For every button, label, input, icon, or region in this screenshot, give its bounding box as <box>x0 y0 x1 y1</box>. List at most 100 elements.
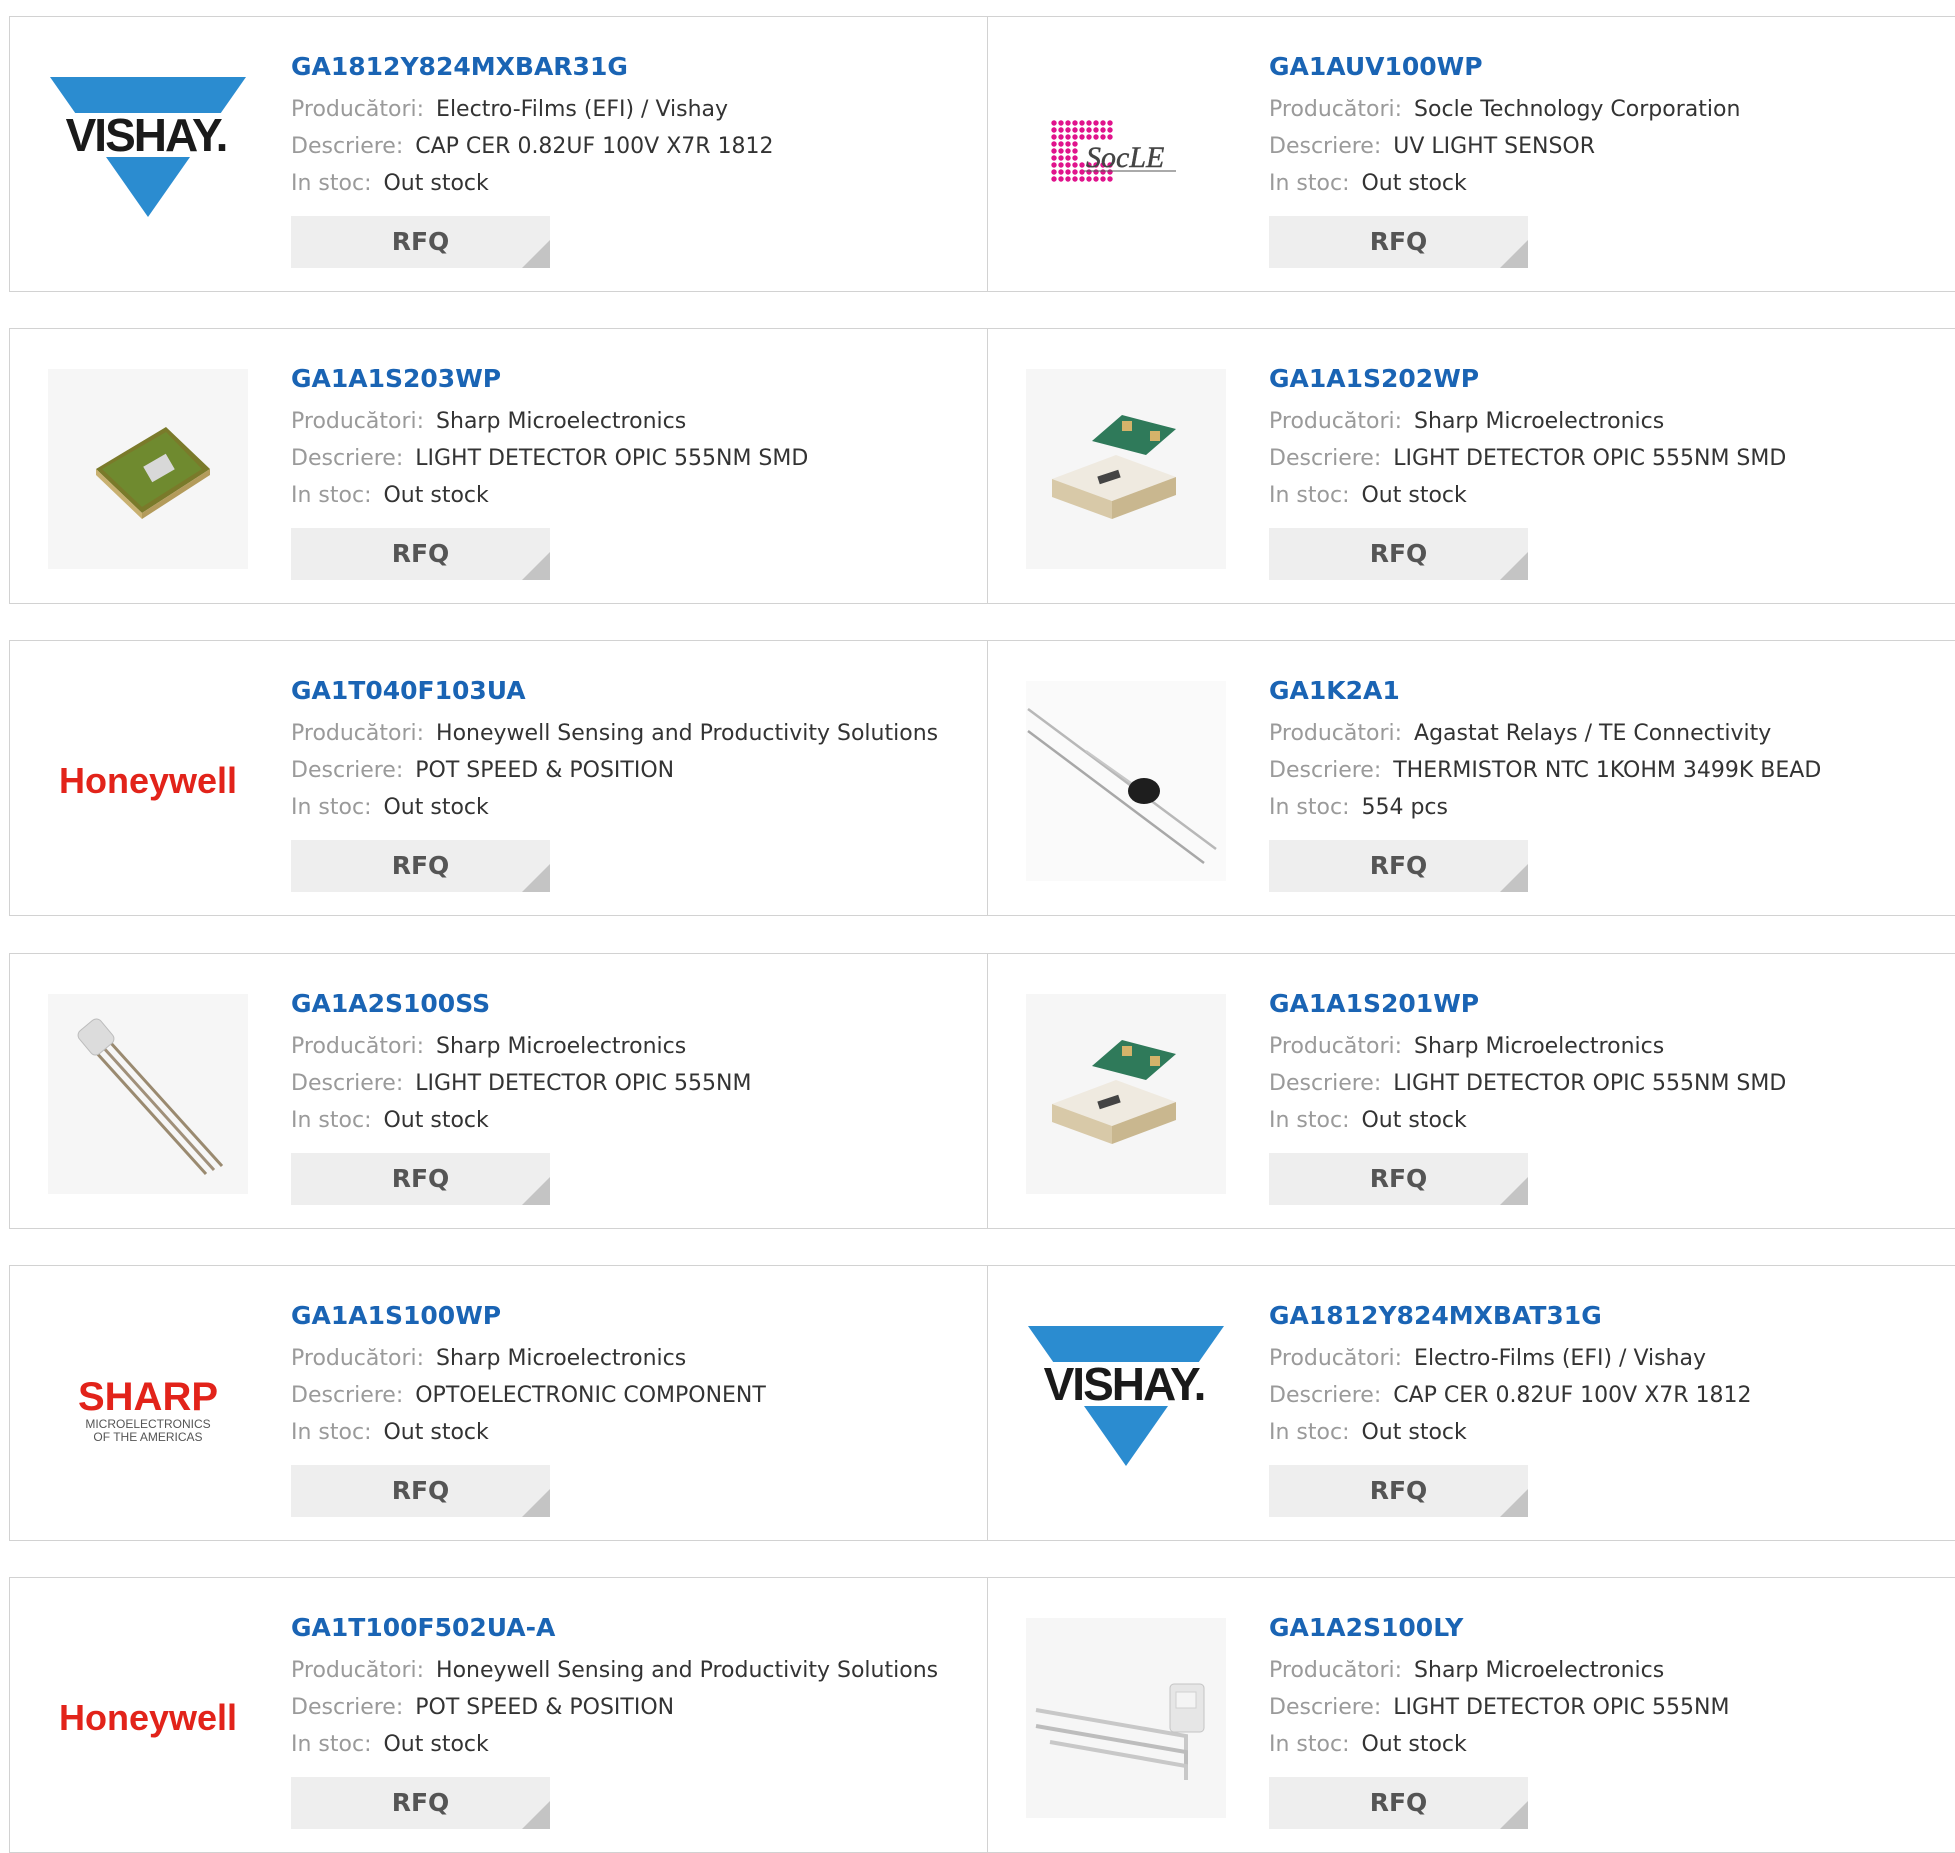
rfq-button[interactable]: RFQ <box>1269 216 1528 268</box>
manufacturer-value: Agastat Relays / TE Connectivity <box>1414 721 1772 746</box>
product-info: GA1T040F103UA Producători: Honeywell Sens… <box>291 673 938 892</box>
product-card-right: GA1A1S202WP Producători: Sharp Microelect… <box>988 329 1955 603</box>
part-number-link[interactable]: GA1A2S100SS <box>291 986 751 1022</box>
part-number-link[interactable]: GA1T100F502UA-A <box>291 1610 938 1646</box>
product-card-left: GA1A1S203WP Producători: Sharp Microelect… <box>10 329 988 603</box>
stock-line: In stoc: Out stock <box>1269 1414 1752 1451</box>
part-number-link[interactable]: GA1A2S100LY <box>1269 1610 1729 1646</box>
product-info: GA1A1S100WP Producători: Sharp Microelect… <box>291 1298 766 1517</box>
smd-sensor-pair-photo-image[interactable] <box>1026 994 1226 1194</box>
description-line: Descriere: CAP CER 0.82UF 100V X7R 1812 <box>291 128 774 165</box>
manufacturer-value: Electro-Films (EFI) / Vishay <box>436 97 729 122</box>
description-value: LIGHT DETECTOR OPIC 555NM SMD <box>1393 1071 1787 1096</box>
rfq-button[interactable]: RFQ <box>1269 1153 1528 1205</box>
product-card-left: VISHAY. GA1812Y824MXBAR31G Producători: E… <box>10 17 988 291</box>
rfq-button[interactable]: RFQ <box>1269 1777 1528 1829</box>
description-line: Descriere: LIGHT DETECTOR OPIC 555NM SMD <box>1269 440 1786 477</box>
stock-line: In stoc: Out stock <box>291 477 808 514</box>
rfq-button-label: RFQ <box>391 227 450 256</box>
rfq-button[interactable]: RFQ <box>291 1777 550 1829</box>
rfq-button[interactable]: RFQ <box>1269 840 1528 892</box>
description-label: Descriere: <box>291 1695 404 1720</box>
corner-triangle-icon <box>1500 1489 1528 1517</box>
rfq-button-label: RFQ <box>1369 1164 1428 1193</box>
stock-label: In stoc: <box>1269 1420 1350 1445</box>
part-number-link[interactable]: GA1T040F103UA <box>291 673 938 709</box>
rfq-button[interactable]: RFQ <box>1269 1465 1528 1517</box>
part-number-link[interactable]: GA1A1S100WP <box>291 1298 766 1334</box>
description-label: Descriere: <box>291 446 404 471</box>
description-value: UV LIGHT SENSOR <box>1393 134 1596 159</box>
rfq-button-label: RFQ <box>1369 227 1428 256</box>
corner-triangle-icon <box>522 1177 550 1205</box>
through-hole-sensor-photo-image[interactable] <box>48 994 248 1194</box>
manufacturer-line: Producători: Sharp Microelectronics <box>1269 1028 1786 1065</box>
description-label: Descriere: <box>1269 1695 1382 1720</box>
vishay-logo-image[interactable]: VISHAY. <box>1026 1306 1226 1506</box>
manufacturer-label: Producători: <box>1269 97 1403 122</box>
rfq-button[interactable]: RFQ <box>291 1153 550 1205</box>
description-label: Descriere: <box>1269 758 1382 783</box>
product-card-right: VISHAY. GA1812Y824MXBAT31G Producători: E… <box>988 1266 1955 1540</box>
smd-sensor-pair-photo-image[interactable] <box>1026 369 1226 569</box>
product-card-right: GA1A1S201WP Producători: Sharp Microelect… <box>988 954 1955 1228</box>
sharp-logo-image[interactable]: SHARP MICROELECTRONICS OF THE AMERICAS <box>48 1306 248 1506</box>
description-line: Descriere: LIGHT DETECTOR OPIC 555NM <box>1269 1689 1729 1726</box>
socle-logo-image[interactable]: SocLE <box>1026 57 1226 257</box>
product-row: SHARP MICROELECTRONICS OF THE AMERICAS GA1… <box>9 1265 1955 1541</box>
product-info: GA1AUV100WP Producători: Socle Technology… <box>1269 49 1740 268</box>
stock-label: In stoc: <box>1269 1108 1350 1133</box>
part-number-link[interactable]: GA1AUV100WP <box>1269 49 1740 85</box>
stock-label: In stoc: <box>1269 1732 1350 1757</box>
honeywell-logo-image[interactable]: Honeywell <box>48 681 248 881</box>
thermistor-photo-image[interactable] <box>1026 681 1226 881</box>
stock-value: Out stock <box>1361 1108 1467 1133</box>
rfq-button[interactable]: RFQ <box>291 1465 550 1517</box>
manufacturer-label: Producători: <box>291 721 425 746</box>
description-value: LIGHT DETECTOR OPIC 555NM <box>415 1071 752 1096</box>
rfq-button-label: RFQ <box>1369 1476 1428 1505</box>
part-number-link[interactable]: GA1A1S202WP <box>1269 361 1786 397</box>
part-number-link[interactable]: GA1A1S201WP <box>1269 986 1786 1022</box>
description-value: OPTOELECTRONIC COMPONENT <box>415 1383 766 1408</box>
rfq-button-label: RFQ <box>1369 1788 1428 1817</box>
honeywell-logo-image[interactable]: Honeywell <box>48 1618 248 1818</box>
stock-label: In stoc: <box>291 171 372 196</box>
description-line: Descriere: LIGHT DETECTOR OPIC 555NM SMD <box>1269 1065 1786 1102</box>
corner-triangle-icon <box>522 1801 550 1829</box>
rfq-button[interactable]: RFQ <box>291 216 550 268</box>
rfq-button-label: RFQ <box>391 851 450 880</box>
part-number-link[interactable]: GA1812Y824MXBAT31G <box>1269 1298 1752 1334</box>
product-info: GA1A1S203WP Producători: Sharp Microelect… <box>291 361 808 580</box>
manufacturer-value: Sharp Microelectronics <box>1414 1658 1665 1683</box>
product-info: GA1A1S201WP Producători: Sharp Microelect… <box>1269 986 1786 1205</box>
part-number-link[interactable]: GA1A1S203WP <box>291 361 808 397</box>
vishay-logo-image[interactable]: VISHAY. <box>48 57 248 257</box>
manufacturer-line: Producători: Electro-Films (EFI) / Vishay <box>291 91 774 128</box>
manufacturer-label: Producători: <box>1269 1658 1403 1683</box>
stock-label: In stoc: <box>1269 795 1350 820</box>
product-row: VISHAY. GA1812Y824MXBAR31G Producători: E… <box>9 16 1955 292</box>
rfq-button[interactable]: RFQ <box>1269 528 1528 580</box>
description-label: Descriere: <box>1269 1071 1382 1096</box>
part-number-link[interactable]: GA1K2A1 <box>1269 673 1821 709</box>
bent-lead-sensor-photo-image[interactable] <box>1026 1618 1226 1818</box>
stock-line: In stoc: Out stock <box>1269 1726 1729 1763</box>
product-info: GA1K2A1 Producători: Agastat Relays / TE … <box>1269 673 1821 892</box>
manufacturer-value: Sharp Microelectronics <box>436 1346 687 1371</box>
stock-value: 554 pcs <box>1361 795 1448 820</box>
rfq-button[interactable]: RFQ <box>291 840 550 892</box>
smd-sensor-photo-image[interactable] <box>48 369 248 569</box>
product-card-left: Honeywell GA1T040F103UA Producători: Hone… <box>10 641 988 915</box>
corner-triangle-icon <box>1500 552 1528 580</box>
part-number-link[interactable]: GA1812Y824MXBAR31G <box>291 49 774 85</box>
stock-value: Out stock <box>383 171 489 196</box>
corner-triangle-icon <box>522 240 550 268</box>
rfq-button-label: RFQ <box>391 1164 450 1193</box>
socle-logo-text: SocLE <box>1086 141 1164 174</box>
manufacturer-label: Producători: <box>291 1346 425 1371</box>
stock-line: In stoc: Out stock <box>1269 165 1740 202</box>
stock-line: In stoc: Out stock <box>291 1102 751 1139</box>
stock-value: Out stock <box>383 795 489 820</box>
rfq-button[interactable]: RFQ <box>291 528 550 580</box>
